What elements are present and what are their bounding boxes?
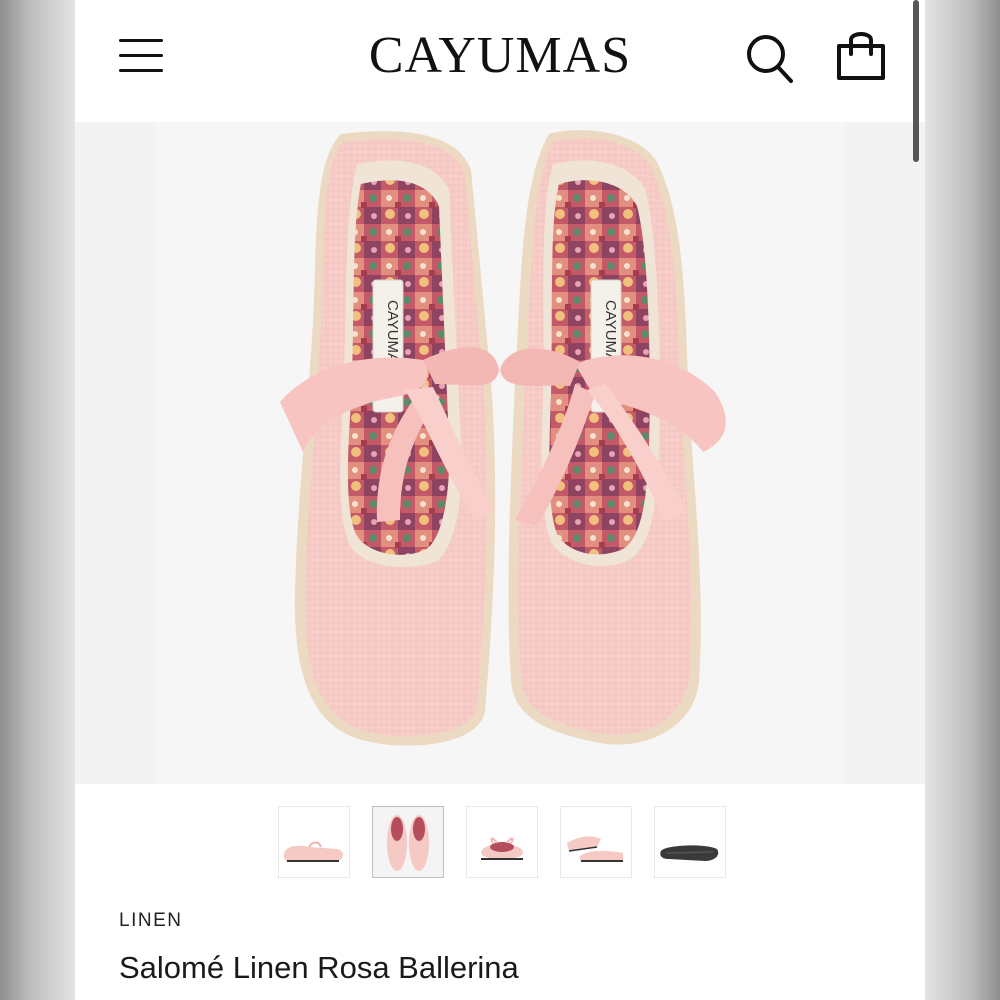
scrollbar[interactable] [913, 0, 919, 162]
brand-logo[interactable]: CAYUMAS [75, 26, 925, 86]
thumbnail-side-view[interactable] [278, 806, 350, 878]
right-shoe: CAYUMAS [500, 130, 726, 745]
site-header: CAYUMAS [75, 0, 925, 122]
thumbnail-pair-view[interactable] [560, 806, 632, 878]
thumbnail-top-view[interactable] [372, 806, 444, 878]
product-main-image[interactable]: CAYUMAS CAYUMAS [75, 122, 925, 784]
left-shoe: CAYUMAS [280, 131, 499, 746]
hamburger-menu-icon[interactable] [117, 37, 165, 75]
product-title: Salomé Linen Rosa Ballerina [119, 950, 519, 985]
product-page: CAYUMAS CAYUMAS CAYUMAS LINEN Salomé Lin… [75, 0, 925, 1000]
thumbnail-front-view[interactable] [466, 806, 538, 878]
product-category[interactable]: LINEN [119, 910, 182, 932]
shopping-bag-icon[interactable] [831, 28, 891, 84]
search-icon[interactable] [741, 30, 797, 86]
thumbnail-sole-view[interactable] [654, 806, 726, 878]
product-image-area: CAYUMAS CAYUMAS [75, 122, 925, 784]
